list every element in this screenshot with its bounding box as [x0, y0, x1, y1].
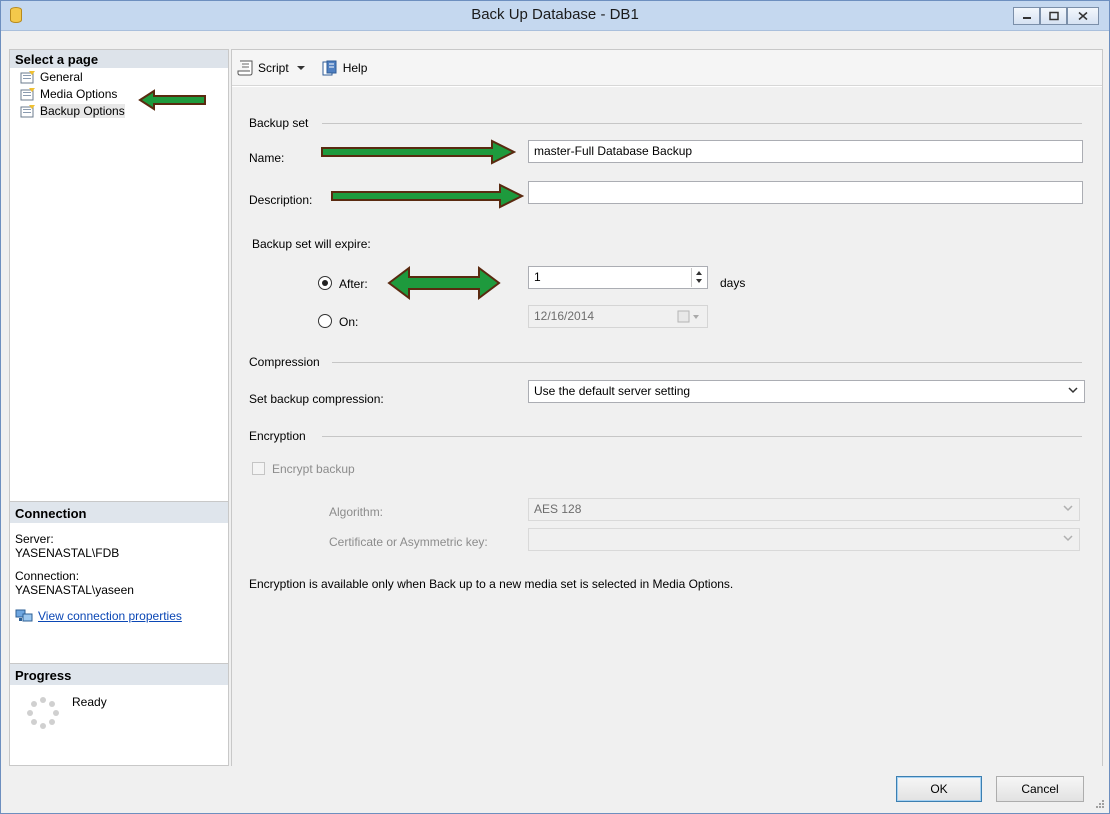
encrypt-backup-label: Encrypt backup: [272, 462, 355, 476]
algorithm-value: AES 128: [534, 502, 582, 516]
help-label: Help: [342, 60, 368, 75]
progress-spinner-icon: [27, 697, 59, 729]
certificate-select[interactable]: [528, 528, 1080, 551]
compression-group-title: Compression: [249, 355, 320, 369]
resize-grip-icon[interactable]: [1095, 799, 1105, 809]
group-divider: [322, 436, 1082, 437]
server-value: YASENASTAL\FDB: [15, 546, 120, 560]
help-button[interactable]: Help: [322, 60, 368, 76]
name-label: Name:: [249, 151, 285, 165]
on-label: On:: [339, 315, 359, 329]
progress-section: Progress Ready: [10, 663, 228, 745]
dialog-footer: OK Cancel: [1, 767, 1109, 813]
spin-down-icon[interactable]: [692, 277, 706, 286]
connection-header: Connection: [10, 501, 228, 523]
cancel-button[interactable]: Cancel: [996, 776, 1084, 802]
page-label: General: [40, 69, 83, 84]
group-divider: [322, 123, 1082, 124]
connection-value: YASENASTAL\yaseen: [15, 583, 134, 597]
close-icon: [1078, 11, 1088, 21]
close-button[interactable]: [1067, 7, 1099, 25]
page-icon: [20, 87, 35, 100]
encryption-note: Encryption is available only when Back u…: [249, 577, 734, 591]
view-connection-properties-row: View connection properties: [10, 609, 228, 623]
after-days-value: 1: [534, 270, 541, 284]
annotation-arrow-name: [321, 139, 516, 165]
after-days-input[interactable]: 1: [528, 266, 708, 289]
content-area: Backup set Name: master-Full Database Ba…: [232, 87, 1102, 766]
maximize-button[interactable]: [1040, 7, 1067, 25]
group-divider: [332, 362, 1082, 363]
backup-set-group-title: Backup set: [249, 116, 309, 130]
help-icon: [322, 60, 337, 75]
spin-up-icon[interactable]: [692, 268, 706, 277]
compression-select[interactable]: Use the default server setting: [528, 380, 1085, 403]
after-radio[interactable]: [318, 276, 332, 290]
connection-section: Connection Server: YASENASTAL\FDB Connec…: [10, 501, 228, 623]
page-icon: [20, 104, 35, 117]
annotation-arrow-after: [387, 266, 501, 300]
page-general[interactable]: General: [10, 68, 228, 85]
chevron-down-icon: [1068, 387, 1078, 394]
progress-status: Ready: [72, 695, 107, 709]
connection-properties-icon: [15, 609, 33, 622]
after-label: After:: [339, 277, 368, 291]
minimize-icon: [1022, 17, 1031, 19]
chevron-down-icon[interactable]: [295, 64, 307, 72]
left-pane: Select a page General Media Options Back…: [9, 49, 229, 766]
algorithm-select[interactable]: AES 128: [528, 498, 1080, 521]
script-button[interactable]: Script: [237, 60, 310, 76]
annotation-arrow-left: [138, 89, 206, 111]
on-date-value: 12/16/2014: [534, 309, 595, 323]
algorithm-label: Algorithm:: [329, 505, 384, 519]
right-pane: Script Help Backup set Name: master-Full…: [231, 49, 1103, 766]
backup-dialog: Back Up Database - DB1 Select a page Gen…: [0, 0, 1110, 814]
view-connection-properties-link[interactable]: View connection properties: [38, 609, 182, 623]
expire-label: Backup set will expire:: [252, 237, 371, 251]
days-spinner[interactable]: [691, 268, 706, 287]
page-label: Backup Options: [40, 103, 125, 118]
encrypt-backup-checkbox[interactable]: [252, 462, 265, 475]
script-label: Script: [258, 60, 289, 75]
annotation-arrow-description: [331, 183, 524, 209]
select-page-header: Select a page: [10, 50, 228, 68]
set-compression-label: Set backup compression:: [249, 392, 384, 406]
script-icon: [237, 60, 253, 75]
description-label: Description:: [249, 193, 313, 207]
chevron-down-icon: [1063, 535, 1073, 542]
calendar-dropdown-icon[interactable]: [677, 310, 703, 324]
page-icon: [20, 70, 35, 83]
toolbar: Script Help: [232, 50, 1102, 86]
encryption-group-title: Encryption: [249, 429, 306, 443]
on-radio[interactable]: [318, 314, 332, 328]
window-title: Back Up Database - DB1: [471, 6, 639, 23]
page-label: Media Options: [40, 86, 118, 101]
server-label: Server:: [15, 532, 54, 546]
compression-selected: Use the default server setting: [534, 384, 691, 398]
connection-label: Connection:: [15, 569, 80, 583]
certificate-label: Certificate or Asymmetric key:: [329, 535, 488, 549]
description-input[interactable]: [528, 181, 1083, 204]
chevron-down-icon: [1063, 505, 1073, 512]
name-input[interactable]: master-Full Database Backup: [528, 140, 1083, 163]
progress-header: Progress: [10, 663, 228, 685]
minimize-button[interactable]: [1013, 7, 1040, 25]
on-date-picker[interactable]: 12/16/2014: [528, 305, 708, 328]
title-bar: Back Up Database - DB1: [1, 1, 1109, 31]
ok-button[interactable]: OK: [896, 776, 982, 802]
maximize-icon: [1048, 11, 1059, 21]
days-label: days: [720, 276, 746, 290]
